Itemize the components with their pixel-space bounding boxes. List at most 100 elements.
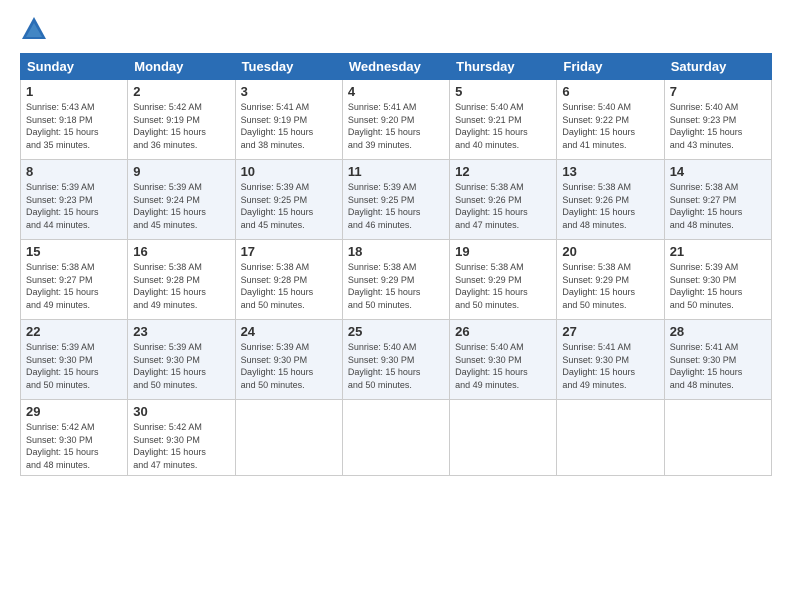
header-cell-sunday: Sunday — [21, 54, 128, 80]
day-number: 17 — [241, 244, 337, 259]
day-cell: 12 Sunrise: 5:38 AM Sunset: 9:26 PM Dayli… — [450, 160, 557, 240]
day-info: Sunrise: 5:41 AM Sunset: 9:20 PM Dayligh… — [348, 101, 444, 151]
day-info: Sunrise: 5:42 AM Sunset: 9:19 PM Dayligh… — [133, 101, 229, 151]
day-cell: 27 Sunrise: 5:41 AM Sunset: 9:30 PM Dayli… — [557, 320, 664, 400]
day-cell: 23 Sunrise: 5:39 AM Sunset: 9:30 PM Dayli… — [128, 320, 235, 400]
day-cell — [664, 400, 771, 476]
day-info: Sunrise: 5:40 AM Sunset: 9:22 PM Dayligh… — [562, 101, 658, 151]
day-number: 6 — [562, 84, 658, 99]
day-number: 8 — [26, 164, 122, 179]
day-info: Sunrise: 5:39 AM Sunset: 9:25 PM Dayligh… — [348, 181, 444, 231]
day-info: Sunrise: 5:42 AM Sunset: 9:30 PM Dayligh… — [26, 421, 122, 471]
day-info: Sunrise: 5:41 AM Sunset: 9:30 PM Dayligh… — [562, 341, 658, 391]
day-number: 14 — [670, 164, 766, 179]
header-cell-wednesday: Wednesday — [342, 54, 449, 80]
header-cell-thursday: Thursday — [450, 54, 557, 80]
day-info: Sunrise: 5:39 AM Sunset: 9:24 PM Dayligh… — [133, 181, 229, 231]
header-cell-tuesday: Tuesday — [235, 54, 342, 80]
day-number: 12 — [455, 164, 551, 179]
day-cell: 26Sunrise: 5:40 AM Sunset: 9:30 PM Dayli… — [450, 320, 557, 400]
header-cell-friday: Friday — [557, 54, 664, 80]
day-info: Sunrise: 5:40 AM Sunset: 9:23 PM Dayligh… — [670, 101, 766, 151]
day-number: 7 — [670, 84, 766, 99]
day-cell: 30Sunrise: 5:42 AM Sunset: 9:30 PM Dayli… — [128, 400, 235, 476]
logo — [20, 15, 52, 43]
day-cell: 22 Sunrise: 5:39 AM Sunset: 9:30 PM Dayli… — [21, 320, 128, 400]
day-info: Sunrise: 5:39 AM Sunset: 9:30 PM Dayligh… — [241, 341, 337, 391]
day-info: Sunrise: 5:38 AM Sunset: 9:26 PM Dayligh… — [562, 181, 658, 231]
day-number: 19 — [455, 244, 551, 259]
day-info: Sunrise: 5:40 AM Sunset: 9:30 PM Dayligh… — [348, 341, 444, 391]
day-number: 10 — [241, 164, 337, 179]
day-cell: 21 Sunrise: 5:39 AM Sunset: 9:30 PM Dayli… — [664, 240, 771, 320]
day-cell: 9 Sunrise: 5:39 AM Sunset: 9:24 PM Daylig… — [128, 160, 235, 240]
page-header — [20, 15, 772, 43]
day-cell: 10 Sunrise: 5:39 AM Sunset: 9:25 PM Dayli… — [235, 160, 342, 240]
day-info: Sunrise: 5:38 AM Sunset: 9:29 PM Dayligh… — [562, 261, 658, 311]
day-info: Sunrise: 5:39 AM Sunset: 9:23 PM Dayligh… — [26, 181, 122, 231]
day-number: 15 — [26, 244, 122, 259]
day-info: Sunrise: 5:38 AM Sunset: 9:29 PM Dayligh… — [348, 261, 444, 311]
day-cell — [557, 400, 664, 476]
day-number: 5 — [455, 84, 551, 99]
day-info: Sunrise: 5:40 AM Sunset: 9:21 PM Dayligh… — [455, 101, 551, 151]
day-number: 29 — [26, 404, 122, 419]
day-number: 22 — [26, 324, 122, 339]
day-number: 16 — [133, 244, 229, 259]
day-number: 25 — [348, 324, 444, 339]
day-info: Sunrise: 5:38 AM Sunset: 9:29 PM Dayligh… — [455, 261, 551, 311]
calendar-page: SundayMondayTuesdayWednesdayThursdayFrid… — [0, 0, 792, 612]
day-number: 24 — [241, 324, 337, 339]
day-cell: 19 Sunrise: 5:38 AM Sunset: 9:29 PM Dayli… — [450, 240, 557, 320]
day-number: 9 — [133, 164, 229, 179]
week-row-2: 8 Sunrise: 5:39 AM Sunset: 9:23 PM Daylig… — [21, 160, 772, 240]
day-cell: 6 Sunrise: 5:40 AM Sunset: 9:22 PM Daylig… — [557, 80, 664, 160]
day-info: Sunrise: 5:38 AM Sunset: 9:26 PM Dayligh… — [455, 181, 551, 231]
day-cell: 7 Sunrise: 5:40 AM Sunset: 9:23 PM Daylig… — [664, 80, 771, 160]
day-info: Sunrise: 5:38 AM Sunset: 9:27 PM Dayligh… — [26, 261, 122, 311]
day-info: Sunrise: 5:41 AM Sunset: 9:19 PM Dayligh… — [241, 101, 337, 151]
day-cell: 17 Sunrise: 5:38 AM Sunset: 9:28 PM Dayli… — [235, 240, 342, 320]
day-info: Sunrise: 5:42 AM Sunset: 9:30 PM Dayligh… — [133, 421, 229, 471]
day-cell — [342, 400, 449, 476]
day-number: 21 — [670, 244, 766, 259]
day-info: Sunrise: 5:39 AM Sunset: 9:30 PM Dayligh… — [133, 341, 229, 391]
day-number: 26 — [455, 324, 551, 339]
day-cell: 4 Sunrise: 5:41 AM Sunset: 9:20 PM Daylig… — [342, 80, 449, 160]
day-cell: 15 Sunrise: 5:38 AM Sunset: 9:27 PM Dayli… — [21, 240, 128, 320]
day-number: 23 — [133, 324, 229, 339]
day-cell: 18Sunrise: 5:38 AM Sunset: 9:29 PM Dayli… — [342, 240, 449, 320]
header-cell-monday: Monday — [128, 54, 235, 80]
day-cell: 1 Sunrise: 5:43 AM Sunset: 9:18 PM Daylig… — [21, 80, 128, 160]
day-cell: 8 Sunrise: 5:39 AM Sunset: 9:23 PM Daylig… — [21, 160, 128, 240]
day-cell: 29 Sunrise: 5:42 AM Sunset: 9:30 PM Dayli… — [21, 400, 128, 476]
day-number: 20 — [562, 244, 658, 259]
day-info: Sunrise: 5:39 AM Sunset: 9:30 PM Dayligh… — [670, 261, 766, 311]
day-info: Sunrise: 5:38 AM Sunset: 9:27 PM Dayligh… — [670, 181, 766, 231]
header-cell-saturday: Saturday — [664, 54, 771, 80]
day-info: Sunrise: 5:39 AM Sunset: 9:25 PM Dayligh… — [241, 181, 337, 231]
day-info: Sunrise: 5:41 AM Sunset: 9:30 PM Dayligh… — [670, 341, 766, 391]
day-number: 27 — [562, 324, 658, 339]
day-cell: 20 Sunrise: 5:38 AM Sunset: 9:29 PM Dayli… — [557, 240, 664, 320]
day-number: 4 — [348, 84, 444, 99]
day-info: Sunrise: 5:39 AM Sunset: 9:30 PM Dayligh… — [26, 341, 122, 391]
day-cell: 13 Sunrise: 5:38 AM Sunset: 9:26 PM Dayli… — [557, 160, 664, 240]
day-cell: 14 Sunrise: 5:38 AM Sunset: 9:27 PM Dayli… — [664, 160, 771, 240]
day-info: Sunrise: 5:43 AM Sunset: 9:18 PM Dayligh… — [26, 101, 122, 151]
day-number: 13 — [562, 164, 658, 179]
day-cell: 5 Sunrise: 5:40 AM Sunset: 9:21 PM Daylig… — [450, 80, 557, 160]
week-row-4: 22 Sunrise: 5:39 AM Sunset: 9:30 PM Dayli… — [21, 320, 772, 400]
day-info: Sunrise: 5:38 AM Sunset: 9:28 PM Dayligh… — [241, 261, 337, 311]
day-number: 11 — [348, 164, 444, 179]
header-row: SundayMondayTuesdayWednesdayThursdayFrid… — [21, 54, 772, 80]
day-number: 2 — [133, 84, 229, 99]
day-number: 28 — [670, 324, 766, 339]
week-row-1: 1 Sunrise: 5:43 AM Sunset: 9:18 PM Daylig… — [21, 80, 772, 160]
day-cell: 3Sunrise: 5:41 AM Sunset: 9:19 PM Daylig… — [235, 80, 342, 160]
day-cell — [450, 400, 557, 476]
day-cell: 24 Sunrise: 5:39 AM Sunset: 9:30 PM Dayli… — [235, 320, 342, 400]
day-cell: 25 Sunrise: 5:40 AM Sunset: 9:30 PM Dayli… — [342, 320, 449, 400]
week-row-5: 29 Sunrise: 5:42 AM Sunset: 9:30 PM Dayli… — [21, 400, 772, 476]
day-number: 1 — [26, 84, 122, 99]
